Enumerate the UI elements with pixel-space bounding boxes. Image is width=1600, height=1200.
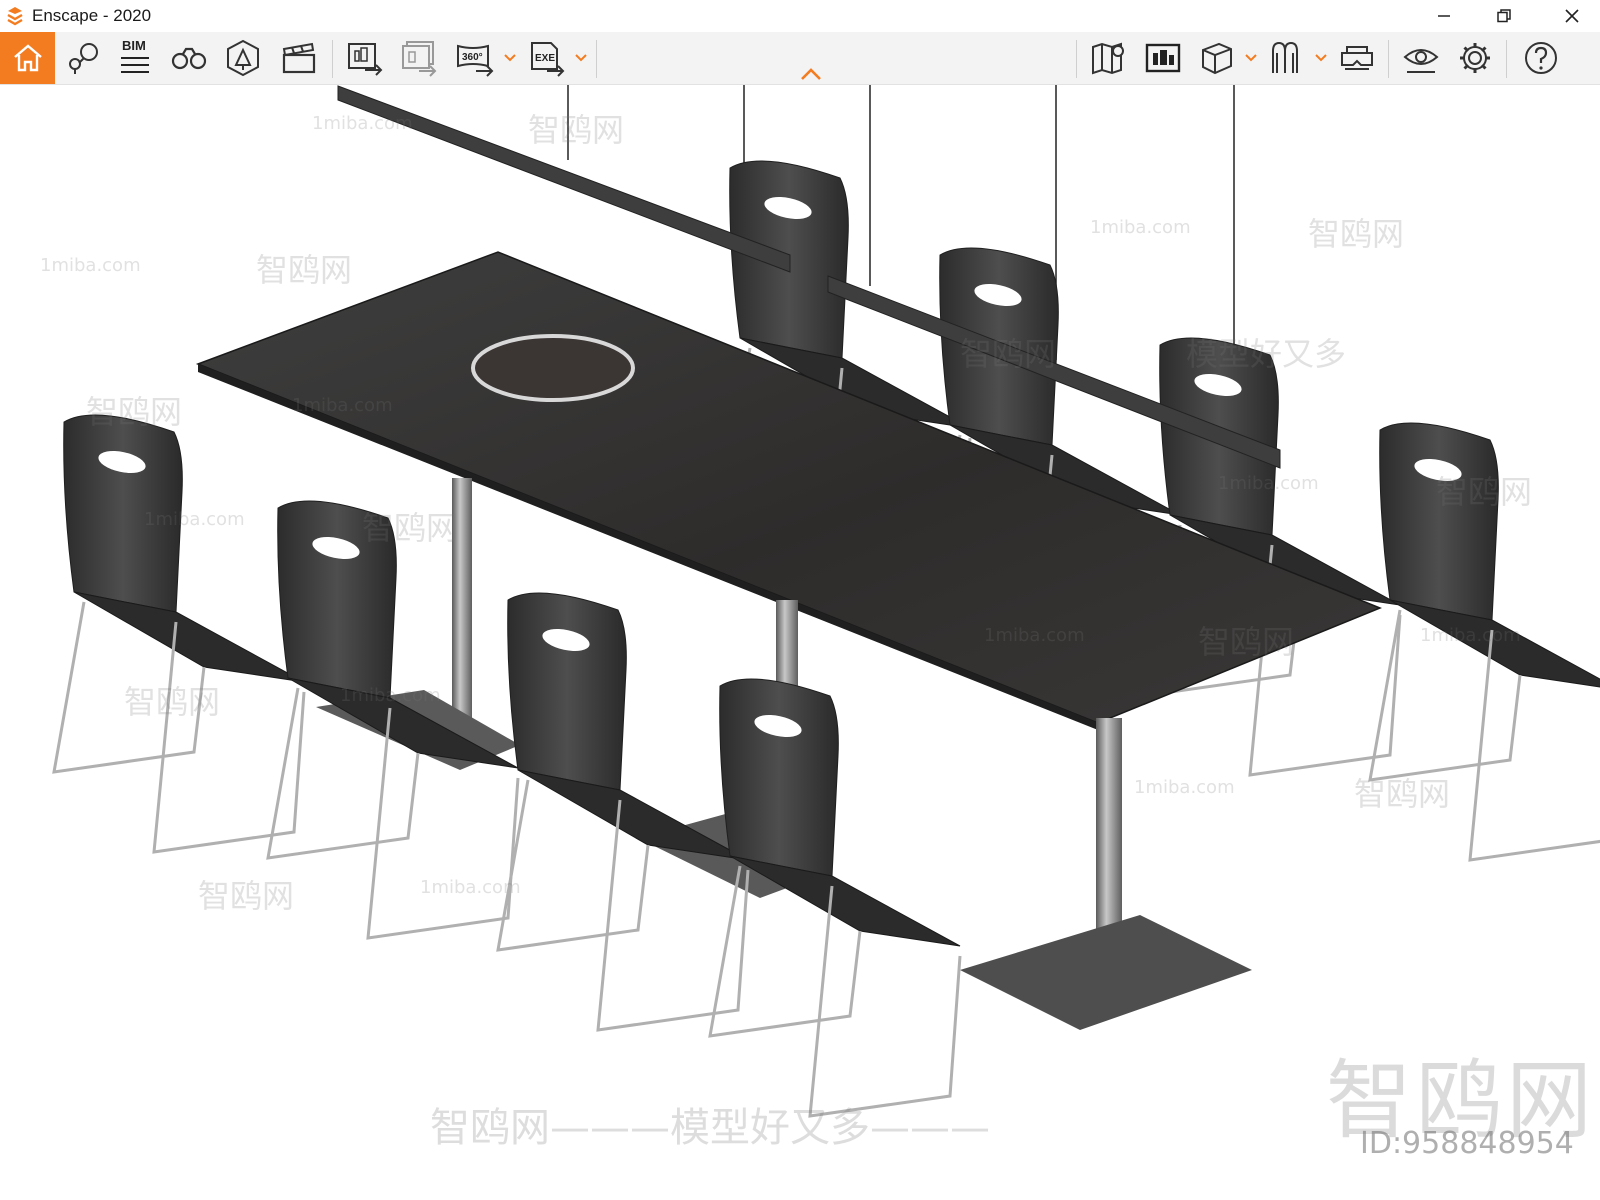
gear-icon [1460, 43, 1490, 73]
view-mode-dropdown[interactable] [1314, 48, 1328, 68]
enscape-toolbar: BIM 360° EXE [0, 32, 1600, 85]
chevron-down-icon [1245, 54, 1257, 62]
help-button[interactable] [1518, 32, 1564, 84]
chevron-down-icon [1315, 54, 1327, 62]
visual-settings-icon [1403, 49, 1439, 73]
toolbar-separator [596, 40, 597, 78]
bim-info-icon: BIM [121, 38, 149, 73]
bim-button[interactable]: BIM [112, 32, 158, 84]
close-icon [1565, 9, 1579, 23]
walk-mode-button[interactable] [166, 32, 212, 84]
minimize-button[interactable] [1420, 0, 1468, 32]
chevron-up-icon[interactable] [798, 65, 824, 83]
window-title: Enscape - 2020 [32, 6, 152, 25]
view-cube-dropdown[interactable] [1244, 48, 1258, 68]
asset-library-icon [227, 39, 259, 77]
chair [266, 499, 520, 940]
svg-text:EXE: EXE [535, 53, 555, 64]
restore-button[interactable] [1480, 0, 1528, 32]
toolbar-separator [1388, 40, 1389, 78]
vr-headset-icon [1341, 46, 1373, 70]
location-views-icon [69, 43, 98, 74]
help-icon [1525, 42, 1557, 74]
svg-text:360°: 360° [462, 52, 483, 63]
vr-headset-button[interactable] [1334, 32, 1380, 84]
panorama-dropdown[interactable] [503, 48, 517, 68]
chevron-down-icon [504, 54, 516, 62]
restore-icon [1497, 9, 1511, 23]
exe-export-button[interactable]: EXE [524, 32, 570, 84]
screenshot-export-icon [348, 43, 383, 76]
settings-button[interactable] [1452, 32, 1498, 84]
site-context-button[interactable] [1140, 32, 1186, 84]
svg-text:BIM: BIM [122, 38, 146, 53]
visual-settings-button[interactable] [1398, 32, 1444, 84]
batch-export-icon [402, 41, 437, 77]
view-mode-button[interactable] [1264, 32, 1310, 84]
serving-tray [471, 334, 635, 402]
view-cube-button[interactable] [1194, 32, 1240, 84]
map-icon [1092, 42, 1124, 75]
close-button[interactable] [1548, 0, 1596, 32]
minimize-icon [1438, 15, 1450, 17]
view-cube-icon [1202, 42, 1232, 75]
toolbar-separator [332, 40, 333, 78]
home-icon [13, 44, 42, 72]
watermark-id: ID:958848954 [1360, 1126, 1574, 1161]
batch-export-button[interactable] [396, 32, 442, 84]
exe-dropdown[interactable] [574, 48, 588, 68]
exe-export-icon: EXE [531, 42, 565, 77]
toolbar-separator [1076, 40, 1077, 78]
chair [52, 413, 306, 854]
chair [1368, 421, 1600, 862]
video-editor-icon [282, 42, 316, 74]
panorama-360-icon: 360° [457, 44, 494, 77]
view-mode-icon [1272, 41, 1298, 73]
table-base [960, 915, 1252, 1030]
chair [496, 591, 750, 1032]
home-button[interactable] [0, 32, 55, 84]
views-button[interactable] [60, 32, 106, 84]
site-context-icon [1145, 43, 1181, 73]
asset-library-button[interactable] [220, 32, 266, 84]
screenshot-export-button[interactable] [342, 32, 388, 84]
table-leg [452, 478, 472, 728]
watermark-bottom: 智鸥网———模型好又多——— [430, 1105, 990, 1151]
toolbar-separator [1506, 40, 1507, 78]
enscape-logo-icon [7, 7, 23, 26]
binoculars-icon [171, 47, 207, 70]
title-bar: Enscape - 2020 [0, 0, 1600, 32]
video-editor-button[interactable] [276, 32, 322, 84]
map-button[interactable] [1086, 32, 1132, 84]
chevron-down-icon [575, 54, 587, 62]
panorama-export-button[interactable]: 360° [452, 32, 498, 84]
